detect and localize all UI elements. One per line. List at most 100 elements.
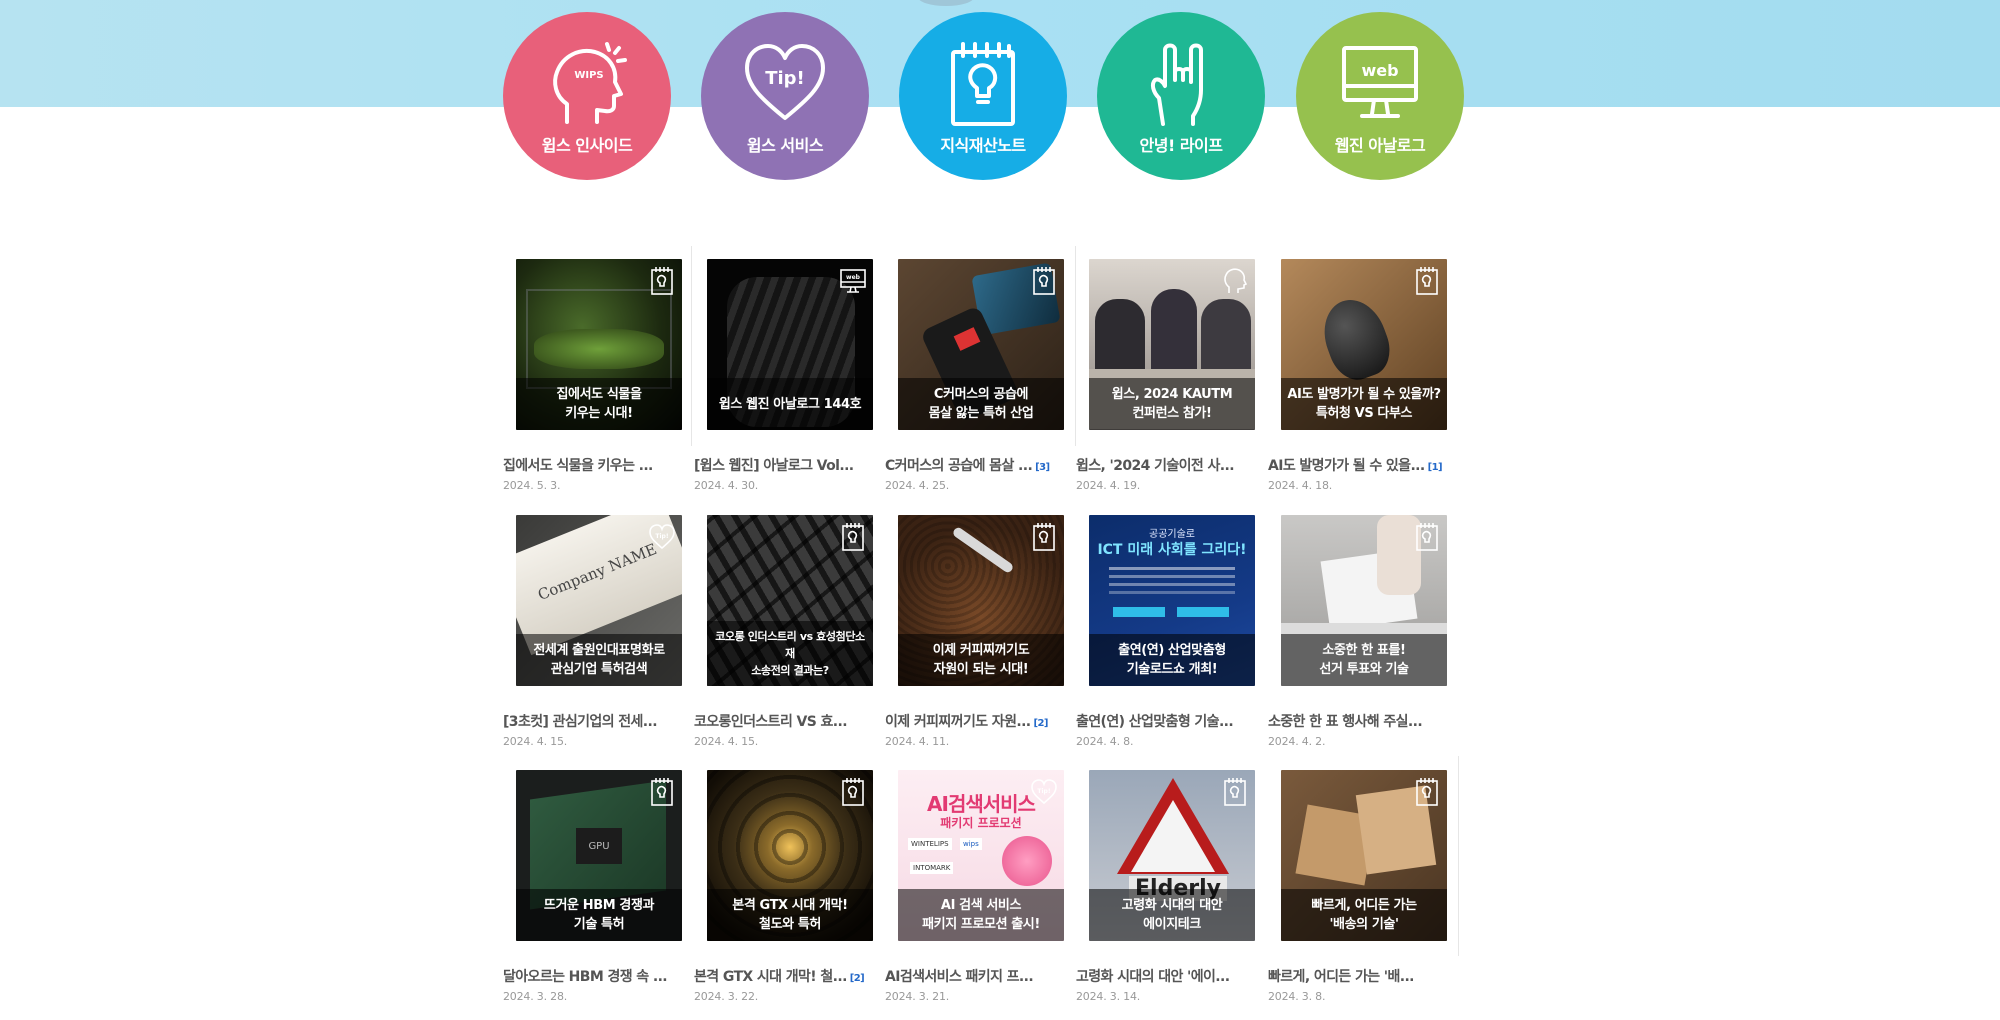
post-title: AI도 발명가가 될 수 있을... <box>1268 458 1425 474</box>
post-date: 2024. 4. 30. <box>694 479 759 492</box>
category-2-button[interactable]: Tip! 윕스 서비스 <box>701 12 869 180</box>
post-card[interactable]: 윕스, 2024 KAUTM 컨퍼런스 참가! 윕스, '2024 기술이전 사.… <box>1076 246 1256 496</box>
svg-text:web: web <box>1361 61 1398 80</box>
post-card[interactable]: web 윕스 웹진 아날로그 144호 [윕스 웹진] 아날로그 Vol... 202… <box>694 246 874 496</box>
post-title: 윕스, '2024 기술이전 사... <box>1076 458 1235 474</box>
post-title: 이제 커피찌꺼기도 자원... <box>885 714 1031 730</box>
post-card[interactable]: GPU 뜨거운 HBM 경쟁과 기술 특허달아오르는 HBM 경쟁 속 ... 20… <box>503 757 683 1007</box>
thumbnail-caption: 뜨거운 HBM 경쟁과 기술 특허 <box>516 889 682 941</box>
post-thumbnail[interactable]: 빠르게, 어디든 가는 '배송의 기술' <box>1281 770 1447 941</box>
comment-count[interactable]: [3] <box>1035 462 1050 473</box>
comment-count[interactable]: [1] <box>1428 462 1443 473</box>
post-card[interactable]: AI도 발명가가 될 수 있을까? 특허청 VS 다부스 AI도 발명가가 될 수… <box>1268 246 1448 496</box>
post-title: 소중한 한 표 행사해 주실... <box>1268 714 1423 730</box>
svg-text:Tip!: Tip! <box>765 68 805 89</box>
notepad-bulb-icon <box>1413 521 1441 551</box>
column-divider <box>1458 756 1459 956</box>
notepad-bulb-icon <box>1030 265 1058 295</box>
thumbnail-caption: 코오롱 인더스트리 vs 효성첨단소재 소송전의 결과는? <box>707 621 873 686</box>
post-title: 코오롱인더스트리 VS 효... <box>694 714 848 730</box>
post-title-link[interactable]: 윕스, '2024 기술이전 사... <box>1076 455 1262 475</box>
category-label: 윕스 서비스 <box>746 136 824 155</box>
post-title-link[interactable]: 달아오르는 HBM 경쟁 속 ... <box>503 966 689 986</box>
post-thumbnail[interactable]: GPU 뜨거운 HBM 경쟁과 기술 특허 <box>516 770 682 941</box>
poster-headline: ICT 미래 사회를 그리다! <box>1097 542 1247 558</box>
post-title-link[interactable]: [3초컷] 관심기업의 전세... <box>503 711 689 731</box>
heart-tip-icon: Tip! <box>648 521 676 551</box>
thumbnail-caption: 윕스, 2024 KAUTM 컨퍼런스 참가! <box>1089 378 1255 430</box>
post-card[interactable]: Elderly고령화 시대의 대안 에이지테크고령화 시대의 대안 '에이...… <box>1076 757 1256 1007</box>
post-thumbnail[interactable]: Elderly고령화 시대의 대안 에이지테크 <box>1089 770 1255 941</box>
post-title: 빠르게, 어디든 가는 '배... <box>1268 969 1415 985</box>
post-date: 2024. 3. 21. <box>885 990 950 1003</box>
svg-text:Tip!: Tip! <box>1037 788 1050 795</box>
notepad-bulb-icon <box>1413 776 1441 806</box>
post-title: 집에서도 식물을 키우는 ... <box>503 458 653 474</box>
post-card[interactable]: 코오롱 인더스트리 vs 효성첨단소재 소송전의 결과는? 코오롱인더스트리 VS… <box>694 502 874 752</box>
post-title-link[interactable]: C커머스의 공습에 몸살 ... [3] <box>885 455 1071 475</box>
post-title-link[interactable]: 빠르게, 어디든 가는 '배... <box>1268 966 1454 986</box>
post-thumbnail[interactable]: 윕스, 2024 KAUTM 컨퍼런스 참가! <box>1089 259 1255 430</box>
thumbnail-caption: 출연(연) 산업맞춤형 기술로드쇼 개최! <box>1089 634 1255 686</box>
category-label: 윕스 인사이드 <box>541 136 633 155</box>
comment-count[interactable]: [2] <box>1034 718 1049 729</box>
notepad-bulb-icon <box>1030 521 1058 551</box>
post-date: 2024. 4. 15. <box>694 735 759 748</box>
category-4-button[interactable]: 안녕! 라이프 <box>1097 12 1265 180</box>
post-title-link[interactable]: 고령화 시대의 대안 '에이... <box>1076 966 1262 986</box>
category-label: 지식재산노트 <box>940 136 1026 155</box>
post-thumbnail[interactable]: 코오롱 인더스트리 vs 효성첨단소재 소송전의 결과는? <box>707 515 873 686</box>
category-3-button[interactable]: 지식재산노트 <box>899 12 1067 180</box>
post-title-link[interactable]: 집에서도 식물을 키우는 ... <box>503 455 689 475</box>
post-title-link[interactable]: AI검색서비스 패키지 프... <box>885 966 1071 986</box>
post-title: 달아오르는 HBM 경쟁 속 ... <box>503 969 668 985</box>
thumbnail-caption: 소중한 한 표를! 선거 투표와 기술 <box>1281 634 1447 686</box>
post-thumbnail[interactable]: 이제 커피찌꺼기도 자원이 되는 시대! <box>898 515 1064 686</box>
post-title-link[interactable]: 본격 GTX 시대 개막! 철... [2] <box>694 966 880 986</box>
post-thumbnail[interactable]: C커머스의 공습에 몸살 앓는 특허 산업 <box>898 259 1064 430</box>
post-title-link[interactable]: AI도 발명가가 될 수 있을... [1] <box>1268 455 1454 475</box>
thumbnail-caption: AI 검색 서비스 패키지 프로모션 출시! <box>898 889 1064 941</box>
post-card[interactable]: 본격 GTX 시대 개막! 철도와 특허 본격 GTX 시대 개막! 철... [2… <box>694 757 874 1007</box>
post-title-link[interactable]: 코오롱인더스트리 VS 효... <box>694 711 880 731</box>
head-idea-icon: WIPS <box>545 12 629 132</box>
comment-count[interactable]: [2] <box>850 973 865 984</box>
svg-text:web: web <box>846 274 861 281</box>
post-card[interactable]: C커머스의 공습에 몸살 앓는 특허 산업 C커머스의 공습에 몸살 ... [3]… <box>885 246 1065 496</box>
post-card[interactable]: 공공기술로 ICT 미래 사회를 그리다! 출연(연) 산업맞춤형 기술로드쇼 … <box>1076 502 1256 752</box>
category-1-button[interactable]: WIPS 윕스 인사이드 <box>503 12 671 180</box>
post-card[interactable]: 이제 커피찌꺼기도 자원이 되는 시대! 이제 커피찌꺼기도 자원... [2] 20… <box>885 502 1065 752</box>
svg-text:WIPS: WIPS <box>574 70 603 81</box>
post-title: C커머스의 공습에 몸살 ... <box>885 458 1033 474</box>
category-5-button[interactable]: web 웹진 아날로그 <box>1296 12 1464 180</box>
post-date: 2024. 3. 28. <box>503 990 568 1003</box>
post-thumbnail[interactable]: AI검색서비스 패키지 프로모션 WINTELIPS wips INTOMARK… <box>898 770 1064 941</box>
notepad-bulb-icon <box>839 521 867 551</box>
post-thumbnail[interactable]: Company NAME Tip! 전세계 출원인대표명화로 관심기업 특허검색 <box>516 515 682 686</box>
post-date: 2024. 4. 2. <box>1268 735 1326 748</box>
category-label: 안녕! 라이프 <box>1139 136 1223 155</box>
post-thumbnail[interactable]: 공공기술로 ICT 미래 사회를 그리다! 출연(연) 산업맞춤형 기술로드쇼 … <box>1089 515 1255 686</box>
post-thumbnail[interactable]: 소중한 한 표를! 선거 투표와 기술 <box>1281 515 1447 686</box>
post-thumbnail[interactable]: web 윕스 웹진 아날로그 144호 <box>707 259 873 430</box>
post-card[interactable]: Company NAME Tip! 전세계 출원인대표명화로 관심기업 특허검색 [3… <box>503 502 683 752</box>
post-card[interactable]: 소중한 한 표를! 선거 투표와 기술소중한 한 표 행사해 주실... 2024… <box>1268 502 1448 752</box>
post-date: 2024. 4. 19. <box>1076 479 1141 492</box>
thumbnail-caption: 고령화 시대의 대안 에이지테크 <box>1089 889 1255 941</box>
post-title-link[interactable]: 출연(연) 산업맞춤형 기술... <box>1076 711 1262 731</box>
post-title: AI검색서비스 패키지 프... <box>885 969 1034 985</box>
promo-subtitle: 패키지 프로모션 <box>940 816 1022 830</box>
post-thumbnail[interactable]: 본격 GTX 시대 개막! 철도와 특허 <box>707 770 873 941</box>
post-card[interactable]: AI검색서비스 패키지 프로모션 WINTELIPS wips INTOMARK… <box>885 757 1065 1007</box>
notepad-bulb-icon <box>1413 265 1441 295</box>
post-date: 2024. 3. 8. <box>1268 990 1326 1003</box>
post-thumbnail[interactable]: 집에서도 식물을 키우는 시대! <box>516 259 682 430</box>
post-card[interactable]: 빠르게, 어디든 가는 '배송의 기술' 빠르게, 어디든 가는 '배... 202… <box>1268 757 1448 1007</box>
post-title-link[interactable]: 이제 커피찌꺼기도 자원... [2] <box>885 711 1071 731</box>
post-card[interactable]: 집에서도 식물을 키우는 시대! 집에서도 식물을 키우는 ... 2024. 5.… <box>503 246 683 496</box>
post-title-link[interactable]: 소중한 한 표 행사해 주실... <box>1268 711 1454 731</box>
column-divider <box>691 246 692 446</box>
post-thumbnail[interactable]: AI도 발명가가 될 수 있을까? 특허청 VS 다부스 <box>1281 259 1447 430</box>
gpu-chip: GPU <box>576 828 622 864</box>
post-title-link[interactable]: [윕스 웹진] 아날로그 Vol... <box>694 455 880 475</box>
